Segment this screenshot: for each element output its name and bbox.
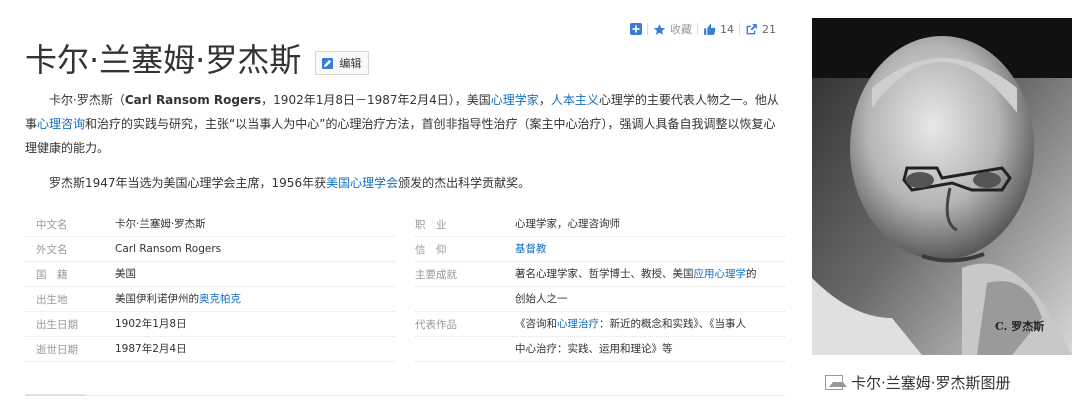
info-value: 心理学家，心理咨询师 <box>515 218 620 230</box>
section-divider <box>25 395 785 396</box>
info-key: 外文名 <box>36 244 68 256</box>
link-applied-psychology[interactable]: 应用心理学 <box>694 268 747 280</box>
pencil-icon <box>322 57 334 69</box>
info-value: 基督教 <box>515 242 785 256</box>
plus-square-icon <box>630 23 642 35</box>
info-key: 职 业 <box>415 219 447 231</box>
image-gallery-icon <box>825 375 847 390</box>
info-value: 1902年1月8日 <box>115 318 187 330</box>
link-oak-park[interactable]: 奥克帕克 <box>199 293 241 305</box>
basic-info-right: 职 业 心理学家，心理咨询师 信 仰 基督教 主要成就 著名心理学家、哲学博士、… <box>415 212 785 362</box>
info-row: 外文名 Carl Ransom Rogers <box>25 237 395 262</box>
info-row: 国 籍 美国 <box>25 262 395 287</box>
basic-info-left: 中文名 卡尔·兰塞姆·罗杰斯 外文名 Carl Ransom Rogers 国 … <box>25 212 395 362</box>
action-toolbar: 收藏 14 21 <box>630 20 805 38</box>
info-row: 主要成就 著名心理学家、哲学博士、教授、美国应用心理学的 <box>415 262 785 287</box>
info-key: 中文名 <box>36 219 68 231</box>
share-icon <box>745 23 758 36</box>
summary-paragraph-2: 罗杰斯1947年当选为美国心理学会主席，1956年获美国心理学会颁发的杰出科学贡… <box>25 171 785 195</box>
portrait-image <box>812 18 1072 355</box>
edit-label: 编辑 <box>339 57 362 70</box>
like-count: 14 <box>720 22 734 36</box>
info-row: 逝世日期 1987年2月4日 <box>25 337 395 362</box>
page-title: 卡尔·兰塞姆·罗杰斯 <box>25 41 302 79</box>
info-value-text: 著名心理学家、哲学博士、教授、美国 <box>515 268 694 280</box>
share-count: 21 <box>762 22 776 36</box>
toolbar-divider <box>647 23 648 35</box>
info-value-text: 美国伊利诺伊州的 <box>115 293 199 305</box>
section-tab-marker <box>25 394 85 396</box>
toolbar-divider <box>697 23 698 35</box>
summary-text: 罗杰斯1947年当选为美国心理学会主席，1956年获 <box>49 176 327 190</box>
link-humanistic[interactable]: 人本主义 <box>551 93 599 107</box>
info-key: 国 籍 <box>36 269 68 281</box>
edit-button[interactable]: 编辑 <box>315 51 370 75</box>
info-key: 主要成就 <box>415 269 457 281</box>
summary-text: 卡尔·罗杰斯（ <box>49 93 125 107</box>
info-row: 中文名 卡尔·兰塞姆·罗杰斯 <box>25 212 395 237</box>
info-key: 信 仰 <box>415 244 447 256</box>
info-key: 出生日期 <box>36 319 78 331</box>
link-counseling[interactable]: 心理咨询 <box>37 117 85 131</box>
info-value-text: 的 <box>746 268 757 280</box>
summary-text: ，1902年1月8日－1987年2月4日），美国 <box>261 93 491 107</box>
english-name: Carl Ransom Rogers <box>124 93 262 107</box>
link-psychotherapy[interactable]: 心理治疗 <box>557 318 599 330</box>
link-apa[interactable]: 美国心理学会 <box>326 176 398 190</box>
summary-text: 和治疗的实践与研究，主张“以当事人为中心”的心理治疗方法，首创非指导性治疗（案主… <box>25 117 776 155</box>
info-value: 创始人之一 <box>515 293 568 305</box>
link-christianity[interactable]: 基督教 <box>515 243 547 255</box>
summary-paragraph: 卡尔·罗杰斯（Carl Ransom Rogers，1902年1月8日－1987… <box>25 88 785 160</box>
info-key: 出生地 <box>36 294 68 306</box>
info-row: 出生日期 1902年1月8日 <box>25 312 395 337</box>
info-row: 信 仰 基督教 <box>415 237 785 262</box>
album-label: 卡尔·兰塞姆·罗杰斯图册 <box>851 374 1011 392</box>
info-key: 代表作品 <box>415 319 457 331</box>
toolbar-divider <box>739 23 740 35</box>
info-value: 中心治疗：实践、运用和理论》等 <box>515 343 673 355</box>
favorite-button[interactable]: 收藏 <box>653 21 692 37</box>
thumbs-up-icon <box>703 23 716 36</box>
info-key: 逝世日期 <box>36 344 78 356</box>
star-icon <box>653 23 666 36</box>
summary-text: ， <box>538 93 551 107</box>
add-button[interactable] <box>630 21 642 37</box>
info-row: 代表作品 《咨询和心理治疗：新近的概念和实践》、《当事人 <box>415 312 785 337</box>
info-value: Carl Ransom Rogers <box>115 243 222 255</box>
share-button[interactable]: 21 <box>745 21 776 37</box>
info-value-text: 《咨询和 <box>515 318 557 330</box>
info-row: 出生地 美国伊利诺伊州的奥克帕克 <box>25 287 395 312</box>
info-value-text: ：新近的概念和实践》、《当事人 <box>599 318 746 330</box>
info-value: 著名心理学家、哲学博士、教授、美国应用心理学的 <box>515 267 785 281</box>
info-row: 中心治疗：实践、运用和理论》等 <box>415 337 785 362</box>
info-value: 《咨询和心理治疗：新近的概念和实践》、《当事人 <box>515 317 785 331</box>
info-value: 卡尔·兰塞姆·罗杰斯 <box>115 218 206 230</box>
like-button[interactable]: 14 <box>703 21 734 37</box>
portrait-photo[interactable] <box>812 18 1072 355</box>
info-value: 美国伊利诺伊州的奥克帕克 <box>115 292 395 306</box>
favorite-label: 收藏 <box>670 23 692 36</box>
info-row: 职 业 心理学家，心理咨询师 <box>415 212 785 237</box>
link-psychologist[interactable]: 心理学家 <box>491 93 539 107</box>
title-row: 卡尔·兰塞姆·罗杰斯 编辑 <box>25 40 370 80</box>
photo-caption: C. 罗杰斯 <box>995 320 1045 333</box>
album-link[interactable]: 卡尔·兰塞姆·罗杰斯图册 <box>825 372 1011 393</box>
info-value: 美国 <box>115 268 136 280</box>
info-row: 创始人之一 <box>415 287 785 312</box>
info-value: 1987年2月4日 <box>115 343 187 355</box>
summary-text: 颁发的杰出科学贡献奖。 <box>398 176 531 190</box>
